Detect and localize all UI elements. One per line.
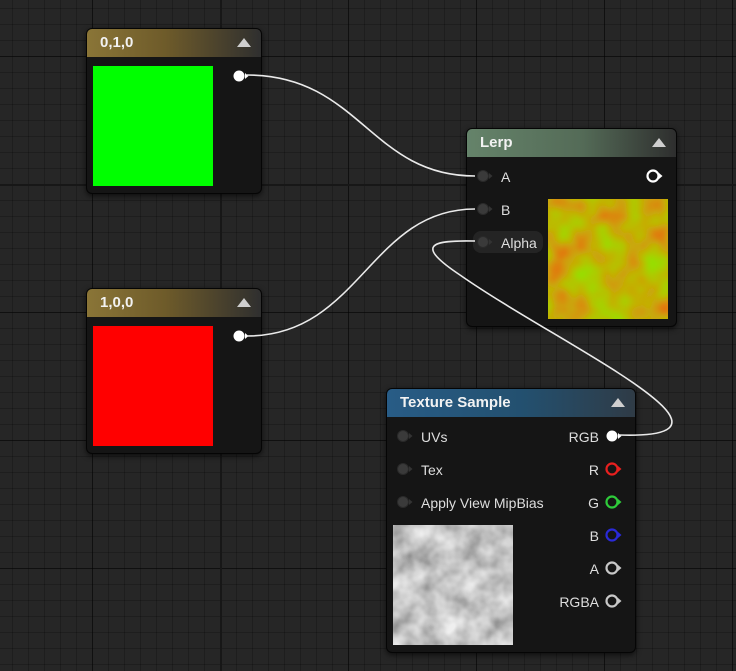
output-pin[interactable] [232,329,250,343]
output-pin-label-r: R [588,462,599,478]
collapse-icon[interactable] [237,38,251,47]
output-pin-b[interactable] [605,528,623,542]
input-pin-uvs[interactable] [396,429,414,443]
collapse-icon[interactable] [611,398,625,407]
output-pin-rgb[interactable] [605,429,623,443]
texture-preview-swatch [393,525,513,645]
output-pin[interactable] [646,169,664,183]
input-pin-label-b: B [501,202,511,218]
node-title[interactable]: 0,1,0 [87,29,261,57]
output-pin-label-b: B [589,528,599,544]
output-pin-label-a: A [589,561,599,577]
output-pin-rgba[interactable] [605,594,623,608]
node-title[interactable]: Lerp [467,129,676,157]
input-pin-label-tex: Tex [421,462,443,478]
output-pin-label-rgb: RGB [568,429,599,445]
output-pin-label-g: G [588,495,599,511]
input-pin-a[interactable] [476,169,494,183]
output-pin-a[interactable] [605,561,623,575]
constant-node-green[interactable]: 0,1,0 [86,28,262,194]
output-pin[interactable] [232,69,250,83]
texture-sample-node[interactable]: Texture Sample UVs Tex Apply View MipBia… [386,388,636,653]
color-preview-swatch [93,66,213,186]
color-preview-swatch [93,326,213,446]
lerp-preview-swatch [548,199,668,319]
input-pin-tex[interactable] [396,462,414,476]
input-pin-label-a: A [501,169,511,185]
collapse-icon[interactable] [652,138,666,147]
output-pin-label-rgba: RGBA [559,594,599,610]
collapse-icon[interactable] [237,298,251,307]
wire-red-to-b [246,208,476,337]
input-pin-alpha[interactable] [476,235,494,249]
input-pin-label-alpha: Alpha [501,235,537,251]
input-pin-label-mipbias: Apply View MipBias [421,495,544,511]
node-title[interactable]: Texture Sample [387,389,635,417]
constant-node-red[interactable]: 1,0,0 [86,288,262,454]
input-pin-mipbias[interactable] [396,495,414,509]
input-pin-b[interactable] [476,202,494,216]
output-pin-g[interactable] [605,495,623,509]
lerp-node[interactable]: Lerp A B Alpha [466,128,677,327]
node-title[interactable]: 1,0,0 [87,289,261,317]
wire-green-to-a [246,74,476,177]
output-pin-r[interactable] [605,462,623,476]
input-pin-label-uvs: UVs [421,429,448,445]
